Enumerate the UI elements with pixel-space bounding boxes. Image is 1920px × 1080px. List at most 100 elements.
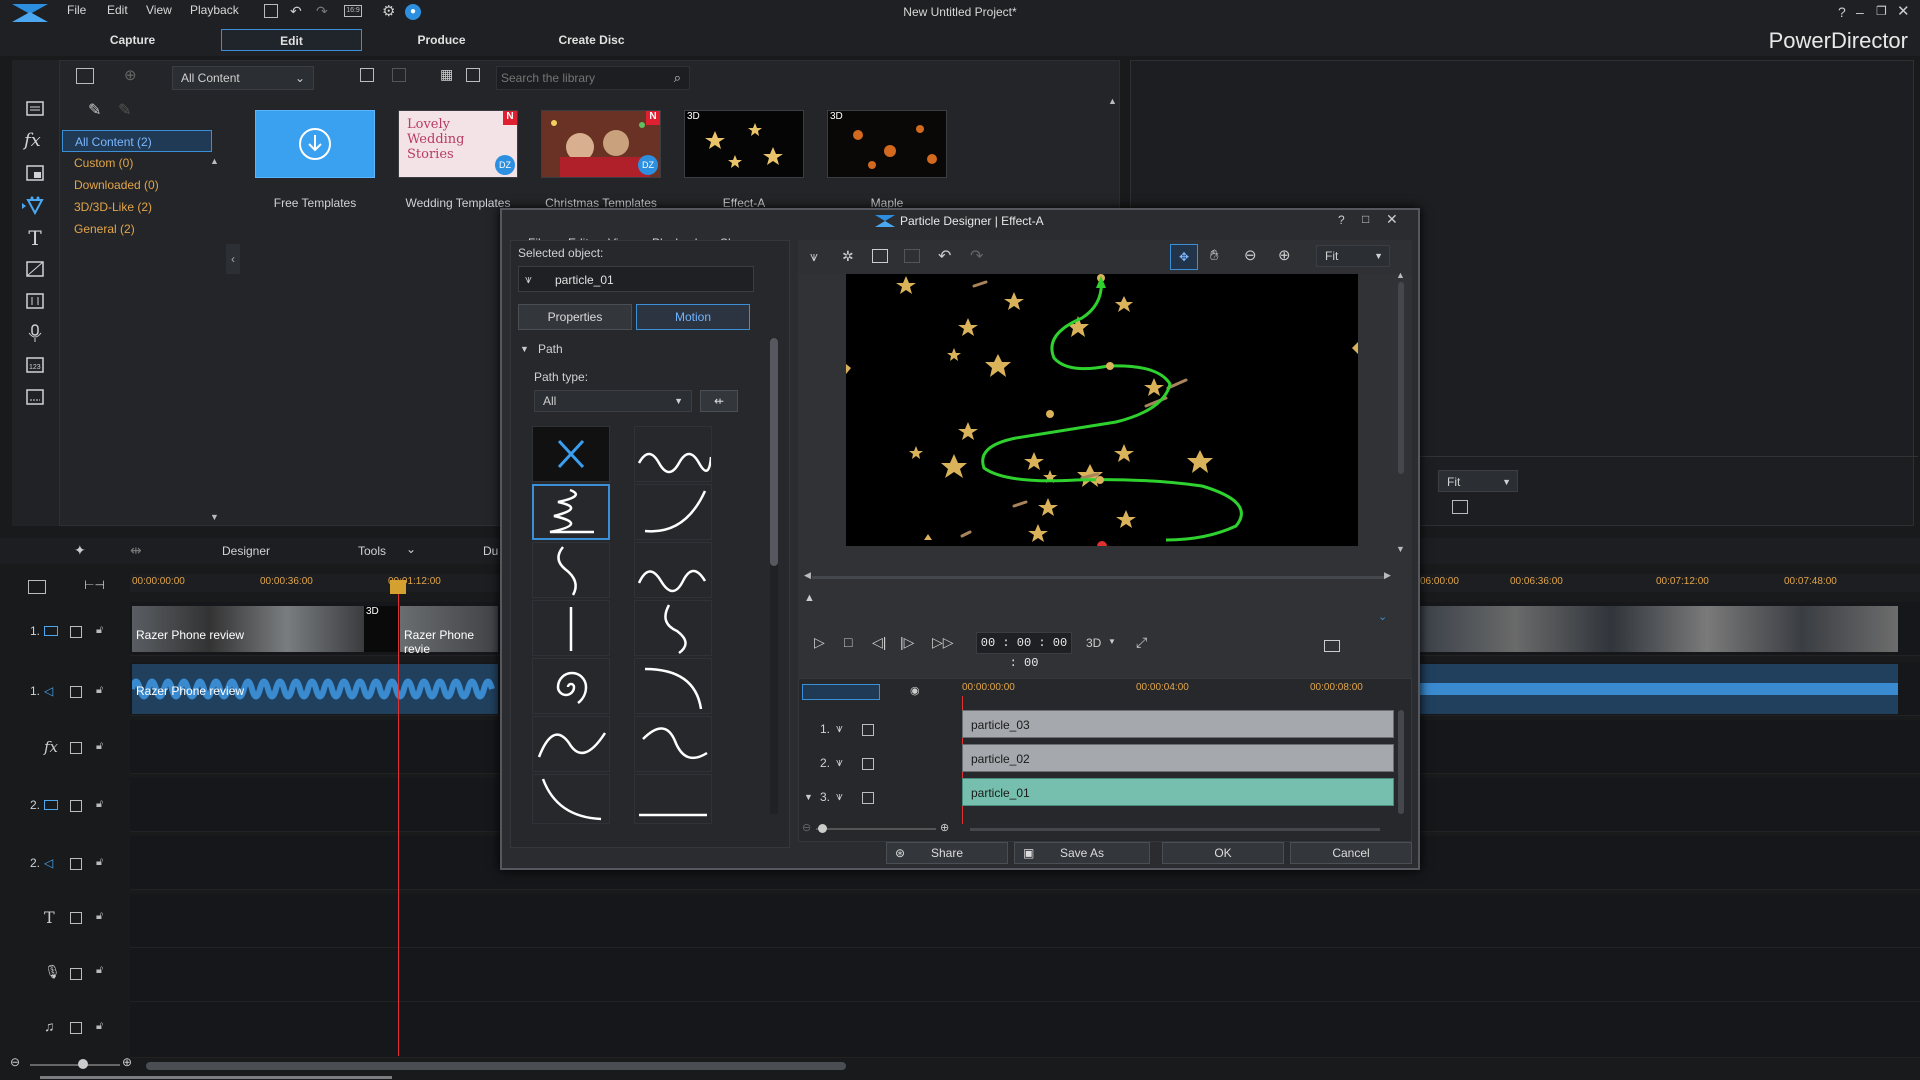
- video-clip-right[interactable]: [1420, 606, 1898, 652]
- layer-particle-02[interactable]: particle_02: [962, 744, 1394, 772]
- template-effect-a-thumbnail[interactable]: 3D: [684, 110, 804, 178]
- playhead-handle[interactable]: [390, 580, 406, 594]
- path-spiral[interactable]: [532, 658, 610, 714]
- expand-chevron-icon[interactable]: ⌄: [1378, 610, 1387, 623]
- settings-gear-icon[interactable]: ⚙: [382, 2, 395, 20]
- preview-zoom-dropdown[interactable]: Fit ▼: [1438, 470, 1518, 492]
- redo-icon[interactable]: ↷: [970, 246, 983, 266]
- path-editor-button[interactable]: ⇷: [700, 390, 738, 412]
- share-button[interactable]: ⊛ Share: [886, 842, 1008, 864]
- hand-pan-icon[interactable]: ✋︎: [1210, 247, 1219, 264]
- ok-button[interactable]: OK: [1162, 842, 1284, 864]
- template-free-thumbnail[interactable]: [255, 110, 375, 178]
- tab-edit[interactable]: Edit: [221, 29, 362, 51]
- notification-icon[interactable]: ●: [405, 4, 421, 20]
- path-arc[interactable]: [634, 484, 712, 540]
- menu-file[interactable]: File: [67, 3, 86, 17]
- zoom-out-icon[interactable]: ⊖: [1244, 246, 1257, 264]
- playhead[interactable]: [398, 580, 399, 1056]
- category-scroll-down-icon[interactable]: ▼: [210, 512, 219, 522]
- zoom-in-icon[interactable]: ⊕: [1278, 246, 1291, 264]
- track-enable-checkbox[interactable]: [70, 912, 82, 924]
- path-vertical-line[interactable]: [532, 600, 610, 656]
- import-media-icon[interactable]: [76, 68, 94, 84]
- minimize-icon[interactable]: –: [1856, 4, 1864, 20]
- undo-icon[interactable]: ↶: [290, 3, 302, 20]
- zoom-slider-thumb[interactable]: [78, 1059, 88, 1069]
- timecode-display[interactable]: 00 : 00 : 00 : 00: [976, 632, 1072, 670]
- lock-icon[interactable]: 🔓︎: [96, 856, 103, 869]
- tab-motion[interactable]: Motion: [636, 304, 750, 330]
- redo-icon[interactable]: ↷: [316, 3, 328, 20]
- audio-clip[interactable]: Razer Phone review: [132, 664, 498, 714]
- 3d-mode-toggle[interactable]: 3D: [1086, 636, 1101, 650]
- lock-icon[interactable]: 🔓︎: [96, 624, 103, 637]
- path-list-scrollbar[interactable]: [770, 338, 778, 814]
- track-enable-checkbox[interactable]: [70, 1022, 82, 1034]
- remove-tag-icon[interactable]: ✎: [118, 100, 131, 120]
- path-s-wide[interactable]: [634, 716, 712, 772]
- download-content-icon[interactable]: ⊕: [124, 66, 137, 84]
- library-scroll-up-icon[interactable]: ▲: [1108, 96, 1117, 106]
- layer-visible-checkbox[interactable]: [862, 724, 874, 736]
- category-downloaded[interactable]: Downloaded (0): [62, 174, 212, 196]
- pip-room-icon[interactable]: [24, 162, 46, 184]
- category-all-content[interactable]: All Content (2): [62, 130, 212, 152]
- previous-frame-icon[interactable]: ◁|: [872, 634, 886, 651]
- menu-view[interactable]: View: [146, 3, 172, 17]
- tab-create-disc[interactable]: Create Disc: [521, 29, 662, 51]
- fast-forward-icon[interactable]: ▷▷: [932, 634, 954, 651]
- maximize-icon[interactable]: □: [1362, 212, 1369, 226]
- save-as-button[interactable]: ▣ Save As: [1014, 842, 1150, 864]
- add-tag-icon[interactable]: ✎: [88, 100, 101, 120]
- layer-hscrollbar[interactable]: [970, 828, 1380, 831]
- grid-view-icon[interactable]: ▦: [440, 66, 453, 83]
- path-wave[interactable]: [634, 426, 712, 482]
- timeline-hscrollbar[interactable]: [146, 1062, 846, 1070]
- designer-zoom-dropdown[interactable]: Fit ▼: [1316, 245, 1390, 267]
- scroll-left-icon[interactable]: ◀: [804, 570, 811, 581]
- help-icon[interactable]: ?: [1838, 4, 1846, 20]
- lock-icon[interactable]: 🔓︎: [96, 684, 103, 697]
- fx-room-icon[interactable]: fx: [24, 130, 46, 152]
- lock-icon[interactable]: 🔓︎: [96, 1020, 103, 1033]
- fullscreen-icon[interactable]: ⤢: [1136, 634, 1147, 651]
- path-horizontal-line[interactable]: [634, 774, 712, 824]
- category-3d[interactable]: 3D/3D-Like (2): [62, 196, 212, 218]
- layer-zoom-slider[interactable]: ⊖ ⊕: [802, 822, 952, 834]
- preview-vscrollbar[interactable]: [1398, 282, 1404, 474]
- title-room-icon[interactable]: T: [24, 226, 46, 250]
- select-mode-icon[interactable]: ✥: [1170, 244, 1198, 270]
- designer-menu[interactable]: Designer: [222, 544, 270, 558]
- template-christmas-thumbnail[interactable]: N DZ: [541, 110, 661, 178]
- help-icon[interactable]: ?: [1338, 213, 1345, 227]
- split-icon[interactable]: ⇹: [130, 542, 142, 559]
- layer-visible-checkbox[interactable]: [862, 792, 874, 804]
- particle-preview-canvas[interactable]: [846, 274, 1358, 546]
- snapshot-icon[interactable]: [1452, 500, 1468, 514]
- replace-image-icon[interactable]: [904, 249, 920, 263]
- tools-menu[interactable]: Tools: [358, 544, 386, 558]
- chevron-down-icon[interactable]: ⌄: [406, 542, 416, 556]
- magic-tools-icon[interactable]: ✦: [74, 542, 86, 559]
- du-menu[interactable]: Du: [483, 544, 498, 558]
- video-clip[interactable]: Razer Phone revie: [400, 606, 498, 656]
- tab-capture[interactable]: Capture: [62, 29, 203, 51]
- collapse-panel-button[interactable]: ‹: [226, 244, 240, 274]
- scroll-up-icon[interactable]: ▲: [1396, 270, 1405, 280]
- zoom-slider-thumb[interactable]: [818, 824, 827, 833]
- scroll-down-icon[interactable]: ▼: [1396, 544, 1405, 554]
- timeline-zoom-slider[interactable]: ⊖ ⊕: [10, 1055, 140, 1072]
- audio-clip-right[interactable]: [1420, 664, 1898, 714]
- layer-vscrollbar[interactable]: [1398, 710, 1404, 814]
- category-scroll-up-icon[interactable]: ▲: [210, 156, 219, 166]
- menu-playback[interactable]: Playback: [190, 3, 239, 17]
- timeline-start-marker[interactable]: ▲: [804, 592, 815, 604]
- track-manager-icon[interactable]: [28, 580, 46, 594]
- menu-edit[interactable]: Edit: [107, 3, 128, 17]
- path-loop-wave[interactable]: [532, 716, 610, 772]
- audio-mixing-room-icon[interactable]: [24, 290, 46, 312]
- track-enable-checkbox[interactable]: [70, 858, 82, 870]
- keyframe-icon[interactable]: ◉: [910, 684, 920, 697]
- preview-hscrollbar[interactable]: [812, 576, 1386, 579]
